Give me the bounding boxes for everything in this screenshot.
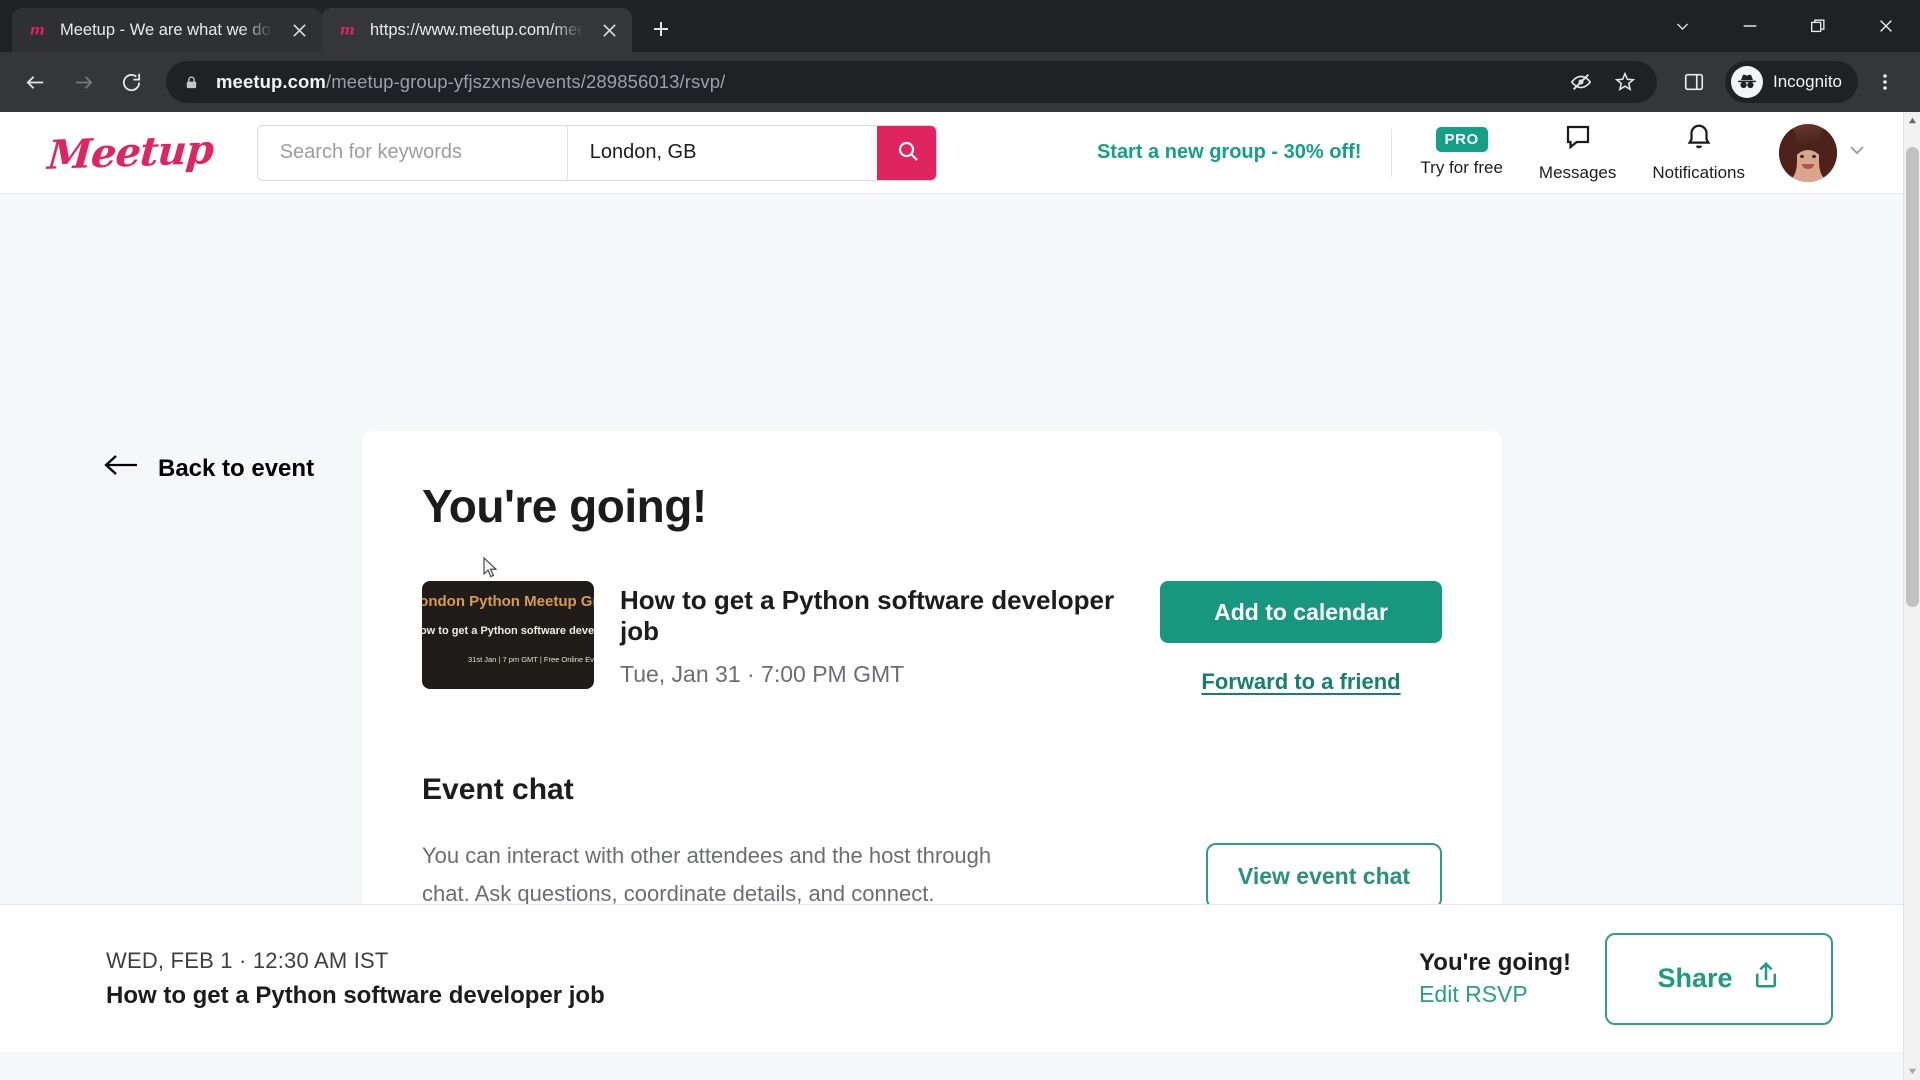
minimize-icon[interactable] — [1716, 0, 1784, 52]
meetup-page: Meetup Start a new group - 30% off! — [0, 112, 1903, 1080]
event-title: How to get a Python software developer j… — [620, 585, 1115, 646]
header-divider — [1391, 128, 1393, 177]
eye-off-icon[interactable] — [1561, 62, 1601, 102]
page-scrollbar[interactable] — [1903, 112, 1920, 1080]
scroll-up-arrow-icon[interactable] — [1904, 112, 1920, 129]
sticky-bar-title: How to get a Python software developer j… — [106, 981, 605, 1009]
mouse-cursor — [483, 556, 499, 584]
thumbnail-title-line: How to get a Python software developer j… — [422, 625, 594, 637]
incognito-icon — [1731, 66, 1763, 98]
page-title: You're going! — [422, 480, 707, 532]
close-icon[interactable] — [596, 17, 622, 43]
url-domain: meetup.com — [216, 71, 326, 92]
messages-button[interactable]: Messages — [1521, 122, 1634, 183]
sticky-bar-left: WED, FEB 1 · 12:30 AM IST How to get a P… — [106, 948, 605, 1010]
header-right: Start a new group - 30% off! PRO Try for… — [1097, 122, 1869, 183]
search-button[interactable] — [876, 125, 936, 180]
incognito-profile-button[interactable]: Incognito — [1725, 61, 1858, 103]
three-dot-menu-icon[interactable] — [1864, 61, 1906, 103]
event-summary-row: London Python Meetup Group How to get a … — [422, 581, 1442, 695]
sticky-bar-right: You're going! Edit RSVP Share — [1419, 932, 1833, 1025]
content-area: Back to event You're going! London Pytho… — [0, 194, 1903, 1052]
svg-text:m: m — [30, 23, 45, 39]
page-viewport: Meetup Start a new group - 30% off! — [0, 112, 1920, 1080]
event-chat-row: You can interact with other attendees an… — [422, 837, 1442, 913]
close-icon[interactable] — [286, 17, 312, 43]
tab-title: Meetup - We are what we do — [60, 20, 271, 39]
lock-icon — [184, 75, 204, 90]
incognito-label: Incognito — [1773, 72, 1842, 91]
browser-toolbar: meetup.com/meetup-group-yfjszxns/events/… — [0, 52, 1920, 112]
chevron-down-icon[interactable] — [1845, 138, 1869, 167]
meetup-logo[interactable]: Meetup — [46, 126, 215, 179]
forward-arrow-icon — [62, 61, 104, 103]
messages-label: Messages — [1538, 163, 1617, 182]
event-chat-description: You can interact with other attendees an… — [422, 843, 992, 906]
try-pro-button[interactable]: PRO Try for free — [1402, 127, 1521, 178]
url-path: /meetup-group-yfjszxns/events/289856013/… — [325, 71, 726, 92]
event-thumbnail[interactable]: London Python Meetup Group How to get a … — [422, 581, 594, 689]
chat-bubble-icon — [1563, 122, 1593, 157]
back-arrow-icon[interactable] — [14, 61, 56, 103]
sticky-bar-date: WED, FEB 1 · 12:30 AM IST — [106, 947, 389, 973]
start-group-promo-link[interactable]: Start a new group - 30% off! — [1097, 141, 1391, 164]
thumbnail-meta-line: 31st Jan | 7 pm GMT | Free Online Event — [468, 655, 594, 664]
search-input[interactable] — [257, 125, 567, 180]
rsvp-card: You're going! London Python Meetup Group… — [362, 431, 1502, 973]
event-chat-heading: Event chat — [422, 773, 574, 806]
new-tab-button[interactable] — [642, 10, 680, 48]
view-event-chat-button[interactable]: View event chat — [1206, 843, 1442, 909]
event-datetime: Tue, Jan 31 · 7:00 PM GMT — [620, 661, 905, 687]
tab-strip: m Meetup - We are what we do m https://w… — [0, 0, 1920, 52]
status-badge: You're going! — [1419, 949, 1571, 976]
back-to-event-link[interactable]: Back to event — [104, 452, 314, 485]
location-input[interactable] — [566, 125, 877, 180]
sticky-event-bar: WED, FEB 1 · 12:30 AM IST How to get a P… — [0, 904, 1903, 1052]
notifications-label: Notifications — [1652, 163, 1745, 182]
account-menu[interactable] — [1763, 123, 1869, 182]
address-bar-url: meetup.com/meetup-group-yfjszxns/events/… — [216, 71, 725, 93]
tab-search-chevron-icon[interactable] — [1648, 0, 1716, 52]
search-bar — [256, 124, 937, 181]
share-button[interactable]: Share — [1605, 932, 1833, 1025]
reload-icon[interactable] — [110, 61, 152, 103]
maximize-restore-icon[interactable] — [1784, 0, 1852, 52]
window-controls — [1648, 0, 1920, 52]
notifications-button[interactable]: Notifications — [1634, 122, 1763, 183]
address-bar[interactable]: meetup.com/meetup-group-yfjszxns/events/… — [166, 61, 1657, 103]
bell-icon — [1684, 122, 1714, 157]
site-header: Meetup Start a new group - 30% off! — [0, 112, 1903, 194]
pro-badge: PRO — [1435, 127, 1488, 152]
share-upload-icon — [1751, 960, 1781, 997]
address-bar-actions — [1561, 62, 1645, 102]
svg-text:m: m — [340, 23, 355, 39]
avatar[interactable] — [1779, 123, 1837, 182]
arrow-left-icon — [104, 452, 138, 485]
browser-tab-1[interactable]: m Meetup - We are what we do — [12, 8, 322, 52]
meetup-favicon-icon: m — [28, 20, 48, 40]
thumbnail-group-line: London Python Meetup Group — [422, 593, 594, 610]
add-to-calendar-button[interactable]: Add to calendar — [1160, 581, 1442, 643]
search-icon — [896, 139, 920, 166]
share-button-label: Share — [1657, 963, 1733, 993]
star-icon[interactable] — [1605, 62, 1645, 102]
forward-to-friend-link[interactable]: Forward to a friend — [1201, 669, 1400, 695]
browser-window: m Meetup - We are what we do m https://w… — [0, 0, 1920, 1080]
side-panel-icon[interactable] — [1673, 61, 1715, 103]
meetup-favicon-icon: m — [338, 20, 358, 40]
try-pro-label: Try for free — [1420, 158, 1503, 177]
edit-rsvp-link[interactable]: Edit RSVP — [1419, 981, 1528, 1008]
event-info: How to get a Python software developer j… — [594, 581, 1160, 688]
close-icon[interactable] — [1852, 0, 1920, 52]
event-actions: Add to calendar Forward to a friend — [1160, 581, 1442, 695]
browser-tab-2[interactable]: m https://www.meetup.com/meetu — [322, 8, 632, 52]
scrollbar-thumb[interactable] — [1906, 147, 1919, 607]
tab-title: https://www.meetup.com/meetu — [370, 20, 584, 39]
scroll-down-arrow-icon[interactable] — [1904, 1063, 1920, 1080]
back-to-event-label: Back to event — [158, 454, 315, 482]
rsvp-status-block: You're going! Edit RSVP — [1419, 949, 1571, 1008]
